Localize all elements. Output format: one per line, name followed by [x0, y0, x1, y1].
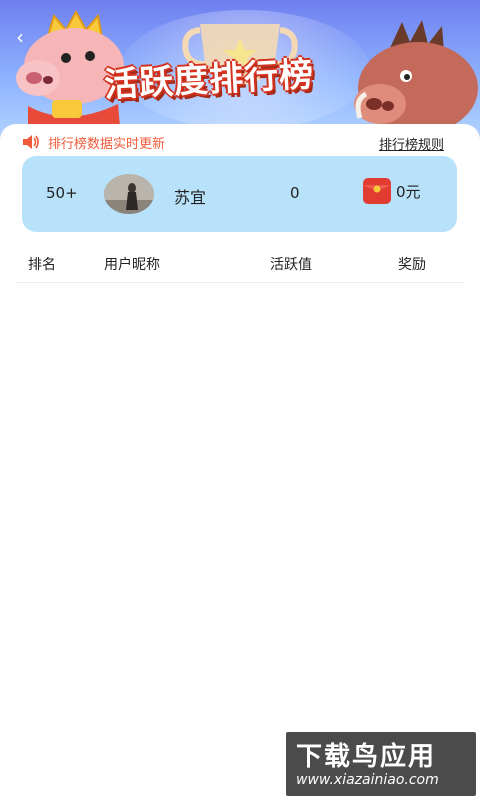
notice-text: 排行榜数据实时更新	[48, 136, 166, 152]
rules-link[interactable]: 排行榜规则	[379, 134, 444, 153]
watermark: 下载鸟应用 www.xiazainiao.com	[286, 732, 476, 796]
header-reward: 奖励	[398, 257, 426, 273]
my-activity-value: 0	[290, 184, 300, 202]
speaker-icon	[23, 135, 39, 149]
my-rank-card: 50+ 苏宜 0 0元	[22, 156, 457, 232]
red-packet-icon	[363, 178, 391, 204]
my-reward: 0元	[362, 176, 421, 206]
my-reward-value: 0元	[396, 182, 421, 201]
boar-illustration	[354, 20, 478, 134]
my-nickname: 苏宜	[174, 188, 207, 207]
notice-bar: 排行榜数据实时更新	[22, 132, 165, 152]
avatar-photo	[104, 174, 154, 214]
header-activity: 活跃值	[270, 257, 312, 273]
watermark-title: 下载鸟应用	[296, 742, 437, 772]
table-header: 排名 用户昵称 活跃值 奖励	[16, 248, 464, 283]
header-rank: 排名	[28, 257, 56, 273]
header-nickname: 用户昵称	[104, 257, 160, 273]
avatar[interactable]	[104, 174, 154, 214]
back-chevron-icon[interactable]: ‹	[16, 27, 34, 47]
watermark-url: www.xiazainiao.com	[296, 772, 439, 788]
my-rank-value: 50+	[46, 184, 78, 202]
